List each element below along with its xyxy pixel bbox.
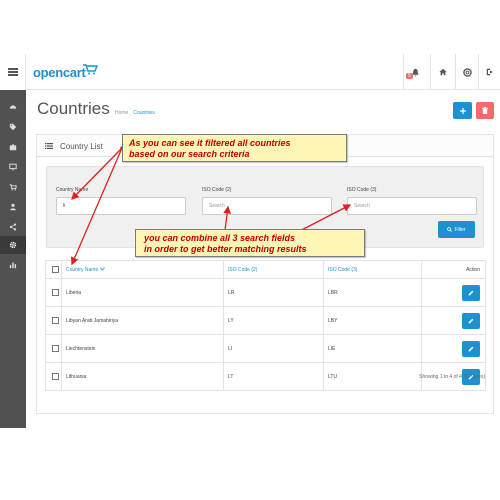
action-cell — [421, 278, 486, 307]
country-name-cell: Libyan Arab Jamahiriya — [61, 306, 224, 335]
table-header-row: Country Name ISO Code (2) ISO Code (3) A… — [45, 260, 486, 279]
logout-button[interactable] — [478, 54, 500, 90]
cart-logo-icon — [83, 64, 98, 75]
iso-code-2-cell: LY — [223, 306, 324, 335]
notification-count-badge: 5 — [406, 73, 413, 79]
bar-chart-icon — [9, 262, 17, 269]
table-row: Libyan Arab Jamahiriya LY LBY — [45, 306, 486, 335]
select-all-cell — [45, 260, 62, 279]
row-checkbox[interactable] — [52, 345, 59, 352]
puzzle-icon — [9, 144, 17, 151]
menu-icon[interactable] — [0, 54, 26, 90]
sidebar-item-catalog[interactable] — [0, 118, 26, 136]
delete-button[interactable] — [476, 102, 494, 119]
user-icon — [10, 203, 16, 211]
share-icon — [9, 223, 17, 231]
edit-button[interactable] — [462, 284, 480, 301]
row-select-cell — [45, 278, 62, 307]
help-button[interactable] — [455, 54, 479, 90]
iso-code-2-cell: LR — [223, 278, 324, 307]
edit-button[interactable] — [462, 312, 480, 329]
add-new-button[interactable] — [453, 102, 472, 119]
country-name-input[interactable]: li — [56, 197, 186, 215]
pencil-icon — [468, 290, 474, 295]
filter-button-label: Filter — [454, 226, 466, 233]
sidebar-item-sales[interactable] — [0, 178, 26, 196]
table-row: Liberia LR LBR — [45, 278, 486, 307]
cart-icon — [9, 184, 17, 191]
breadcrumb: Home Countries — [115, 110, 155, 116]
cog-icon — [9, 241, 17, 249]
iso-code-2-input[interactable]: Search — [202, 197, 332, 215]
breadcrumb-countries[interactable]: Countries — [133, 110, 154, 116]
iso-code-3-input[interactable]: Search — [347, 197, 477, 215]
life-ring-icon — [463, 67, 472, 77]
panel-title: Country List — [60, 142, 103, 151]
pagination-results-text: Showing 1 to 4 of 4 (1 Pages) — [419, 374, 485, 380]
home-icon — [438, 68, 447, 76]
iso-code-3-cell: LBY — [323, 306, 422, 335]
country-name-label: Country Name — [56, 187, 89, 193]
notifications-button[interactable] — [403, 54, 427, 90]
iso-code-2-cell: LI — [223, 334, 324, 363]
caret-down-icon — [99, 266, 105, 271]
sidebar-item-dashboard[interactable] — [0, 98, 26, 116]
sign-out-icon — [486, 68, 493, 76]
iso-code-3-header[interactable]: ISO Code (3) — [323, 260, 422, 279]
action-cell — [421, 334, 486, 363]
list-icon — [45, 143, 53, 149]
row-select-cell — [45, 362, 62, 391]
action-cell — [421, 306, 486, 335]
row-checkbox[interactable] — [52, 373, 59, 380]
country-name-header-label: Country Name — [66, 266, 99, 273]
row-checkbox[interactable] — [52, 317, 59, 324]
countries-table: Country Name ISO Code (2) ISO Code (3) A… — [45, 260, 486, 391]
top-header: opencart 5 — [0, 54, 500, 90]
country-name-cell: Lithuania — [61, 362, 224, 391]
sidebar-item-customers[interactable] — [0, 198, 26, 216]
pencil-icon — [468, 318, 474, 323]
sidebar — [0, 90, 26, 428]
app-screen: opencart 5 Countries Home Countries Coun… — [0, 54, 500, 428]
country-name-cell: Liechtenstein — [61, 334, 224, 363]
tag-icon — [9, 123, 17, 131]
dashboard-icon — [9, 105, 17, 109]
iso-code-3-label: ISO Code (3) — [347, 187, 377, 193]
sidebar-item-system[interactable] — [0, 236, 26, 254]
select-all-checkbox[interactable] — [52, 266, 59, 273]
callout-2-line-2: in order to get better matching results — [144, 244, 307, 254]
plus-icon — [459, 107, 466, 114]
iso-code-3-cell: LBR — [323, 278, 422, 307]
iso-code-2-label: ISO Code (2) — [202, 187, 232, 193]
pencil-icon — [468, 346, 474, 351]
iso-code-2-cell: LT — [223, 362, 324, 391]
row-select-cell — [45, 306, 62, 335]
search-icon — [447, 227, 453, 232]
callout-2-line-1: you can combine all 3 search fields — [144, 233, 296, 243]
annotation-callout-combine: you can combine all 3 search fields in o… — [135, 229, 365, 257]
callout-1-line-1: As you can see it filtered all countries — [129, 138, 291, 148]
iso-code-3-cell: LIE — [323, 334, 422, 363]
edit-button[interactable] — [462, 340, 480, 357]
logo-text[interactable]: opencart — [33, 65, 86, 80]
iso-code-2-header[interactable]: ISO Code (2) — [223, 260, 324, 279]
store-home-button[interactable] — [430, 54, 454, 90]
action-header: Action — [421, 260, 486, 279]
row-checkbox[interactable] — [52, 289, 59, 296]
page-title: Countries — [37, 99, 110, 118]
sidebar-item-extensions[interactable] — [0, 138, 26, 156]
sidebar-item-design[interactable] — [0, 158, 26, 176]
filter-button[interactable]: Filter — [438, 221, 475, 238]
annotation-callout-filtered: As you can see it filtered all countries… — [122, 134, 347, 162]
breadcrumb-home[interactable]: Home — [115, 110, 128, 116]
trash-icon — [482, 107, 488, 114]
country-name-cell: Liberia — [61, 278, 224, 307]
sidebar-item-marketing[interactable] — [0, 218, 26, 236]
sidebar-item-reports[interactable] — [0, 256, 26, 274]
row-select-cell — [45, 334, 62, 363]
callout-1-line-2: based on our search criteria — [129, 149, 250, 159]
table-row: Liechtenstein LI LIE — [45, 334, 486, 363]
country-name-header[interactable]: Country Name — [61, 260, 224, 279]
desktop-icon — [9, 163, 17, 171]
